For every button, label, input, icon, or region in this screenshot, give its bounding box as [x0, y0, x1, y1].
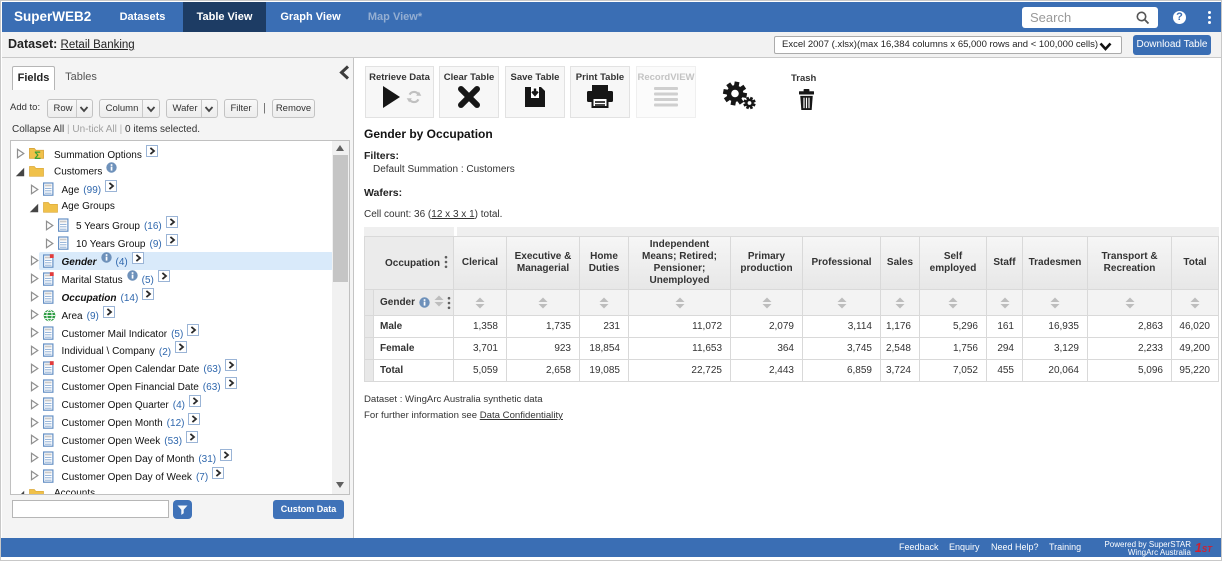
svg-text:Σ: Σ [34, 150, 41, 160]
